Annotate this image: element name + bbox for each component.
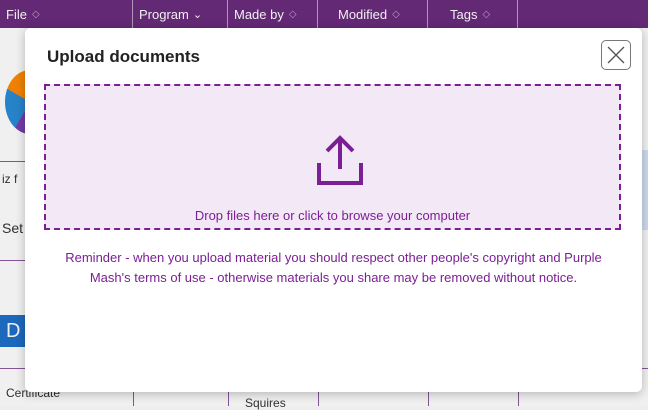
copyright-reminder: Reminder - when you upload material you … <box>65 250 602 285</box>
close-icon <box>607 46 625 64</box>
upload-icon <box>317 135 363 185</box>
dialog-title: Upload documents <box>47 47 201 66</box>
dropzone-instructions: Drop files here or click to browse your … <box>194 208 471 223</box>
upload-dialog: Upload documents Drop files here or clic… <box>25 28 642 392</box>
file-dropzone[interactable]: Drop files here or click to browse your … <box>44 84 621 230</box>
close-button[interactable] <box>601 40 631 70</box>
